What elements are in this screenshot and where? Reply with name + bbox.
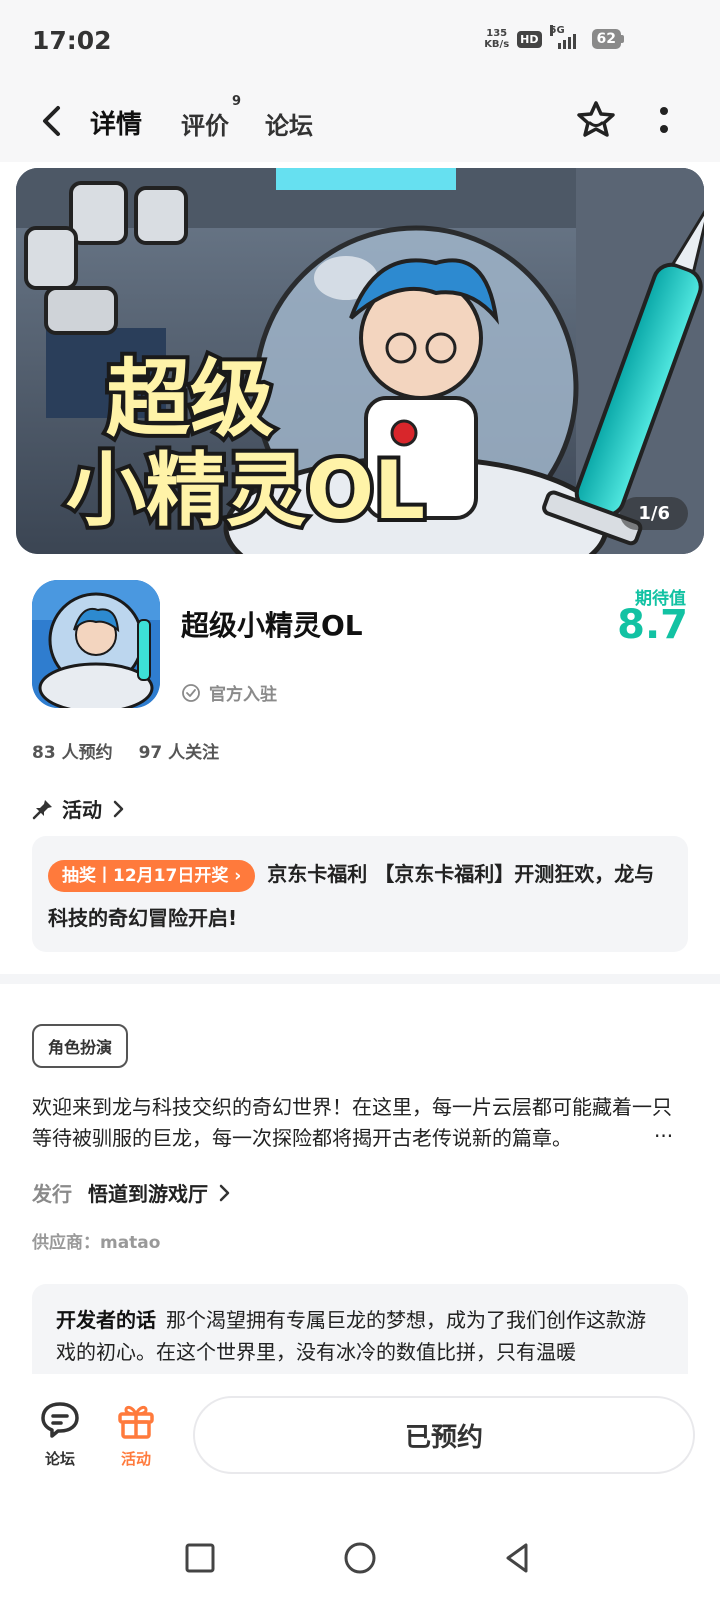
home-icon[interactable] bbox=[342, 1540, 378, 1576]
more-options-icon[interactable] bbox=[652, 102, 676, 140]
supplier-info: 供应商：matao bbox=[32, 1233, 161, 1253]
forum-chat-icon bbox=[41, 1402, 79, 1438]
bottom-forum-button[interactable]: 论坛 bbox=[20, 1398, 100, 1469]
back-arrow-icon[interactable] bbox=[36, 104, 70, 138]
game-description[interactable]: 欢迎来到龙与科技交织的奇幻世界！在这里，每一片云层都可能藏着一只等待被驯服的巨龙… bbox=[32, 1092, 682, 1154]
section-divider bbox=[0, 974, 720, 984]
favorite-star-icon[interactable] bbox=[574, 98, 618, 142]
tab-reviews[interactable]: 评价 9 bbox=[181, 94, 241, 141]
lottery-badge[interactable]: 抽奖丨12月17日开奖 › bbox=[48, 859, 256, 892]
publisher-name: 悟道到游戏厅 bbox=[88, 1182, 208, 1206]
banner-image: 超级 小精灵OL bbox=[16, 168, 704, 554]
developer-note-title: 开发者的话 bbox=[56, 1308, 156, 1332]
app-icon bbox=[32, 580, 160, 708]
tab-details[interactable]: 详情 bbox=[87, 104, 145, 141]
signal-icon: 5G bbox=[549, 25, 584, 49]
verified-check-icon bbox=[182, 683, 200, 702]
status-indicators: 135 KB/s HD 5G 62 bbox=[484, 25, 624, 50]
battery-icon: 62 bbox=[591, 29, 624, 49]
banner-title-line2: 小精灵OL bbox=[66, 444, 425, 537]
expectation-score: 8.7 bbox=[617, 602, 688, 648]
description-ellipsis: ··· bbox=[654, 1124, 674, 1148]
status-time: 17:02 bbox=[32, 26, 112, 55]
status-bar: 17:02 135 KB/s HD 5G 62 bbox=[0, 0, 720, 84]
publisher-row[interactable]: 发行 悟道到游戏厅 bbox=[32, 1178, 232, 1207]
official-badge: 官方入驻 bbox=[181, 680, 277, 705]
app-title: 超级小精灵OL bbox=[181, 609, 363, 642]
genre-tag[interactable]: 角色扮演 bbox=[32, 1024, 129, 1068]
follower-count: 97 人关注 bbox=[138, 743, 220, 763]
top-nav: 详情 评价 9 论坛 bbox=[0, 84, 720, 162]
review-count-badge: 9 bbox=[231, 94, 241, 109]
developer-note-card[interactable]: 开发者的话 那个渴望拥有专属巨龙的梦想，成为了我们创作这款游戏的初心。在这个世界里… bbox=[32, 1284, 688, 1374]
tab-forum[interactable]: 论坛 bbox=[265, 106, 313, 141]
network-speed: 135 KB/s bbox=[484, 28, 510, 50]
activity-card[interactable]: 抽奖丨12月17日开奖 › 京东卡福利 【京东卡福利】开测狂欢，龙与科技的奇幻冒险… bbox=[32, 836, 688, 952]
activity-header[interactable]: 活动 bbox=[32, 794, 126, 823]
banner-page-counter: 1/6 bbox=[620, 497, 688, 530]
reserved-button[interactable]: 已预约 bbox=[193, 1396, 695, 1474]
system-navigation-bar bbox=[0, 1510, 720, 1605]
gift-icon bbox=[118, 1405, 154, 1439]
hd-icon: HD bbox=[517, 30, 542, 48]
publisher-label: 发行 bbox=[32, 1182, 72, 1206]
banner-title-line1: 超级 bbox=[106, 350, 274, 448]
banner-carousel[interactable]: 超级 小精灵OL 1/6 bbox=[16, 168, 704, 554]
reservation-count: 83 人预约 bbox=[32, 743, 113, 763]
chevron-right-icon bbox=[113, 800, 124, 817]
bottom-activity-button[interactable]: 活动 bbox=[96, 1398, 176, 1469]
recent-apps-icon[interactable] bbox=[182, 1540, 218, 1576]
chevron-right-icon bbox=[219, 1184, 230, 1201]
bottom-action-bar: 论坛 活动 已预约 bbox=[0, 1374, 720, 1486]
stats-row: 83 人预约 97 人关注 bbox=[32, 738, 219, 763]
back-nav-icon[interactable] bbox=[500, 1540, 536, 1576]
pin-icon bbox=[32, 799, 52, 819]
